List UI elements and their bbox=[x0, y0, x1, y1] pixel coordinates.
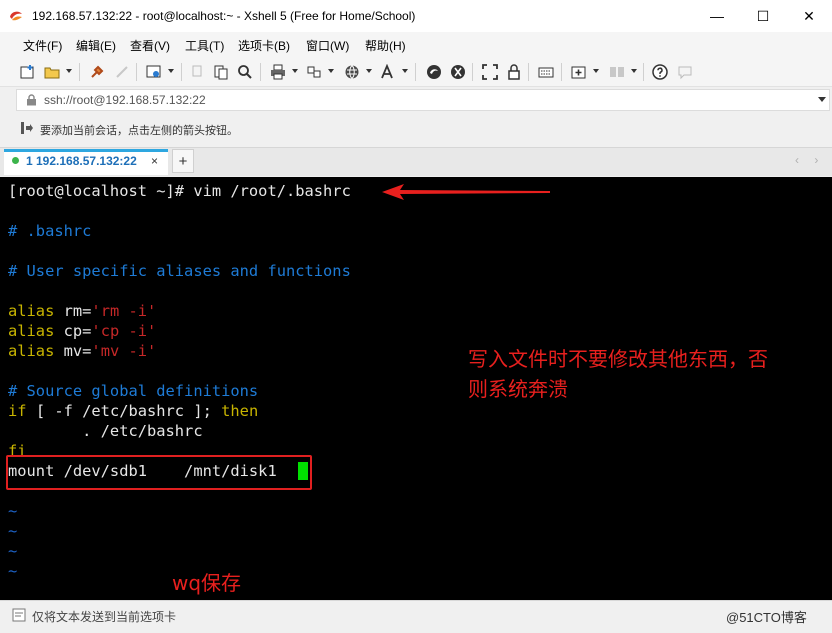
toolbar-separator bbox=[415, 63, 416, 81]
alias-line: alias mv='mv -i' bbox=[8, 341, 156, 361]
alias-value: 'mv -i' bbox=[91, 342, 157, 360]
red-arrow-annotation bbox=[382, 184, 550, 200]
chevron-down-icon[interactable] bbox=[631, 69, 637, 73]
chat-icon[interactable] bbox=[676, 63, 694, 81]
menu-window[interactable]: 窗口(W) bbox=[306, 37, 349, 54]
toolbar-separator bbox=[528, 63, 529, 81]
tab-label[interactable]: 1 192.168.57.132:22 bbox=[26, 154, 137, 168]
close-button[interactable]: ✕ bbox=[786, 0, 832, 32]
if-line: if [ -f /etc/bashrc ]; then bbox=[8, 401, 258, 421]
new-tab-icon[interactable] bbox=[570, 63, 588, 81]
empty-line-marker: ~ bbox=[8, 522, 18, 540]
if-condition: [ -f /etc/bashrc ]; bbox=[26, 402, 222, 420]
add-session-arrow-icon[interactable] bbox=[20, 121, 34, 135]
connected-status-icon bbox=[12, 157, 19, 164]
status-text: 仅将文本发送到当前选项卡 bbox=[32, 610, 177, 624]
tab-close-icon[interactable]: × bbox=[151, 154, 158, 168]
comment-line: # Source global definitions bbox=[8, 382, 259, 400]
empty-line-marker: ~ bbox=[8, 502, 18, 520]
toolbar-separator bbox=[561, 63, 562, 81]
toolbar-separator bbox=[79, 63, 80, 81]
chevron-down-icon[interactable] bbox=[168, 69, 174, 73]
transfer-icon[interactable] bbox=[305, 63, 323, 81]
toolbar-separator bbox=[136, 63, 137, 81]
chevron-down-icon[interactable] bbox=[66, 69, 72, 73]
chevron-down-icon[interactable] bbox=[328, 69, 334, 73]
alias-value: 'cp -i' bbox=[91, 322, 157, 340]
add-tab-button[interactable]: + bbox=[172, 149, 194, 173]
empty-line-marker: ~ bbox=[8, 562, 18, 580]
terminal-prompt-line: [root@localhost ~]# vim /root/.bashrc bbox=[8, 182, 351, 200]
toolbar-separator bbox=[643, 63, 644, 81]
alias-name: mv= bbox=[54, 342, 92, 360]
fullscreen-icon[interactable] bbox=[481, 63, 499, 81]
paste-icon[interactable] bbox=[212, 63, 230, 81]
menu-edit[interactable]: 编辑(E) bbox=[76, 37, 116, 54]
menu-tools[interactable]: 工具(T) bbox=[185, 37, 224, 54]
send-text-icon[interactable] bbox=[12, 608, 26, 622]
chevron-down-icon[interactable] bbox=[593, 69, 599, 73]
alias-name: rm= bbox=[54, 302, 92, 320]
copy-icon[interactable] bbox=[189, 63, 207, 81]
lock-icon bbox=[27, 94, 36, 106]
tab-scroll-arrows[interactable]: ‹ › bbox=[795, 153, 824, 167]
chevron-down-icon[interactable] bbox=[366, 69, 372, 73]
xshell-logo-icon bbox=[10, 11, 22, 21]
menu-view[interactable]: 查看(V) bbox=[130, 37, 170, 54]
open-folder-icon[interactable] bbox=[43, 63, 61, 81]
menu-bar bbox=[0, 32, 832, 58]
new-session-icon[interactable] bbox=[19, 63, 37, 81]
alias-value: 'rm -i' bbox=[91, 302, 157, 320]
toolbar-separator bbox=[472, 63, 473, 81]
highlight-box bbox=[6, 455, 312, 490]
menu-tabs[interactable]: 选项卡(B) bbox=[238, 37, 290, 54]
keyword: alias bbox=[8, 302, 55, 320]
alias-line: alias cp='cp -i' bbox=[8, 321, 156, 341]
chevron-down-icon[interactable] bbox=[402, 69, 408, 73]
save-annotation: wq保存 bbox=[172, 571, 242, 595]
toolbar-separator bbox=[181, 63, 182, 81]
lock-icon[interactable] bbox=[505, 63, 523, 81]
maximize-button[interactable]: ☐ bbox=[740, 0, 786, 32]
session-properties-icon[interactable] bbox=[145, 63, 163, 81]
font-icon[interactable] bbox=[379, 63, 397, 81]
warning-annotation-line-1: 写入文件时不要修改其他东西，否 bbox=[468, 347, 768, 371]
address-input[interactable]: ssh://root@192.168.57.132:22 bbox=[44, 93, 206, 107]
chevron-down-icon[interactable] bbox=[818, 97, 826, 103]
xftp-icon[interactable] bbox=[425, 63, 443, 81]
menu-file[interactable]: 文件(F) bbox=[23, 37, 62, 54]
watermark: @51CTO博客 bbox=[726, 610, 807, 625]
find-icon[interactable] bbox=[236, 63, 254, 81]
alias-line: alias rm='rm -i' bbox=[8, 301, 156, 321]
comment-line: # User specific aliases and functions bbox=[8, 262, 351, 280]
keyboard-icon[interactable] bbox=[537, 63, 555, 81]
empty-line-marker: ~ bbox=[8, 542, 18, 560]
minimize-button[interactable]: — bbox=[694, 0, 740, 32]
xmanager-icon[interactable] bbox=[449, 63, 467, 81]
keyword: alias bbox=[8, 322, 55, 340]
window-title: 192.168.57.132:22 - root@localhost:~ - X… bbox=[32, 9, 416, 23]
connect-icon[interactable] bbox=[88, 63, 106, 81]
layout-icon[interactable] bbox=[608, 63, 626, 81]
comment-line: # .bashrc bbox=[8, 222, 92, 240]
disconnect-icon[interactable] bbox=[113, 63, 131, 81]
menu-help[interactable]: 帮助(H) bbox=[365, 37, 406, 54]
globe-icon[interactable] bbox=[343, 63, 361, 81]
source-line: . /etc/bashrc bbox=[8, 422, 203, 440]
help-icon[interactable] bbox=[651, 63, 669, 81]
keyword: then bbox=[221, 402, 259, 420]
alias-name: cp= bbox=[54, 322, 92, 340]
print-icon[interactable] bbox=[269, 63, 287, 81]
toolbar-separator bbox=[260, 63, 261, 81]
keyword: if bbox=[8, 402, 27, 420]
chevron-down-icon[interactable] bbox=[292, 69, 298, 73]
keyword: alias bbox=[8, 342, 55, 360]
hint-text: 要添加当前会话，点击左侧的箭头按钮。 bbox=[40, 125, 238, 137]
warning-annotation-line-2: 则系统奔溃 bbox=[468, 377, 568, 401]
